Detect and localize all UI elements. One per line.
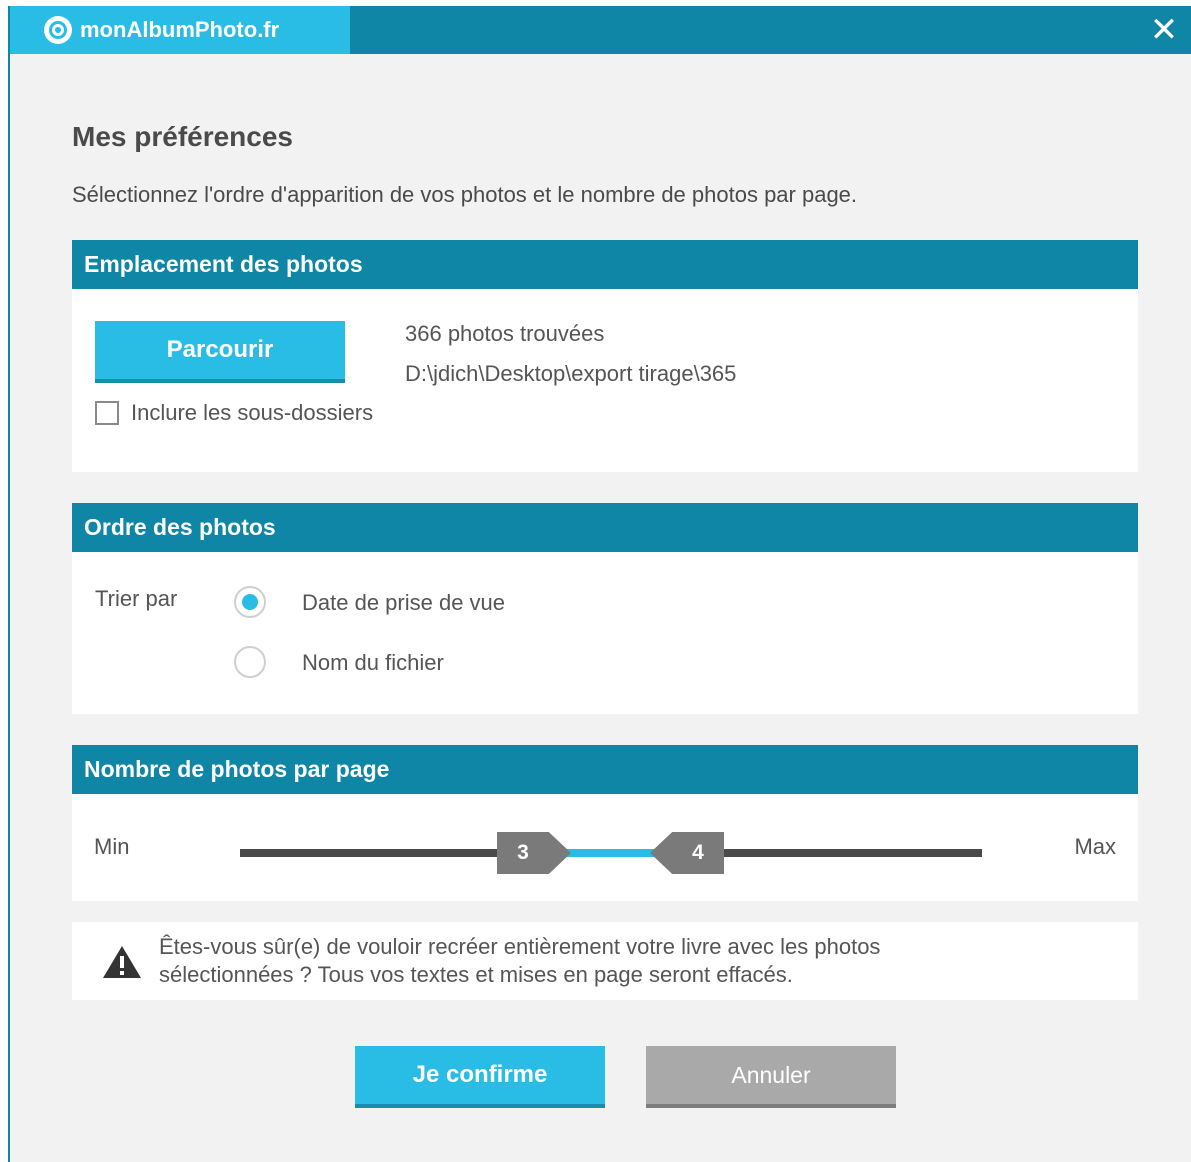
app-tab: monAlbumPhoto.fr <box>10 6 350 54</box>
sort-by-date-radio[interactable] <box>234 586 266 618</box>
warning-box: Êtes-vous sûr(e) de vouloir recréer enti… <box>72 922 1138 1000</box>
location-section-header: Emplacement des photos <box>72 240 1138 289</box>
close-icon[interactable]: ✕ <box>1147 13 1181 47</box>
range-slider-min-handle[interactable]: 3 <box>497 832 571 874</box>
order-section-body: Trier par Date de prise de vue Nom du fi… <box>72 552 1138 714</box>
include-subfolders-row[interactable]: Inclure les sous-dossiers <box>95 400 373 426</box>
location-section: Emplacement des photos Parcourir Inclure… <box>72 240 1138 472</box>
include-subfolders-checkbox[interactable] <box>95 401 119 425</box>
photos-per-page-section: Nombre de photos par page Min 3 4 Max <box>72 745 1138 901</box>
cancel-button[interactable]: Annuler <box>646 1046 896 1108</box>
slider-min-label: Min <box>94 834 130 859</box>
page-title: Mes préférences <box>72 121 294 152</box>
photos-per-page-header: Nombre de photos par page <box>72 745 1138 794</box>
warning-text-line-1: Êtes-vous sûr(e) de vouloir recréer enti… <box>159 934 881 959</box>
logo-icon <box>44 16 72 44</box>
include-subfolders-label[interactable]: Inclure les sous-dossiers <box>131 400 373 426</box>
sort-by-date-label[interactable]: Date de prise de vue <box>302 590 505 616</box>
warning-text-line-2: sélectionnées ? Tous vos textes et mises… <box>159 962 793 987</box>
photos-per-page-body: Min 3 4 Max <box>72 794 1138 901</box>
location-section-body: Parcourir Inclure les sous-dossiers 366 … <box>72 289 1138 472</box>
title-bar: monAlbumPhoto.fr ✕ <box>10 6 1191 54</box>
folder-path-text: D:\jdich\Desktop\export tirage\365 <box>405 361 737 386</box>
browse-button[interactable]: Parcourir <box>95 321 345 383</box>
sort-by-filename-radio[interactable] <box>234 646 266 678</box>
order-section-header: Ordre des photos <box>72 503 1138 552</box>
range-slider-max-handle[interactable]: 4 <box>650 832 724 874</box>
confirm-button[interactable]: Je confirme <box>355 1046 605 1108</box>
sort-by-label: Trier par <box>95 586 178 611</box>
page-subtitle: Sélectionnez l'ordre d'apparition de vos… <box>72 182 858 207</box>
order-section: Ordre des photos Trier par Date de prise… <box>72 503 1138 714</box>
photos-found-text: 366 photos trouvées <box>405 321 605 346</box>
slider-max-label: Max <box>1074 834 1116 859</box>
app-title: monAlbumPhoto.fr <box>80 17 280 42</box>
warning-icon <box>103 946 141 978</box>
warning-text: Êtes-vous sûr(e) de vouloir recréer enti… <box>159 933 1059 989</box>
sort-by-filename-label[interactable]: Nom du fichier <box>302 650 444 676</box>
preferences-window: monAlbumPhoto.fr ✕ Mes préférences Sélec… <box>8 6 1191 1162</box>
